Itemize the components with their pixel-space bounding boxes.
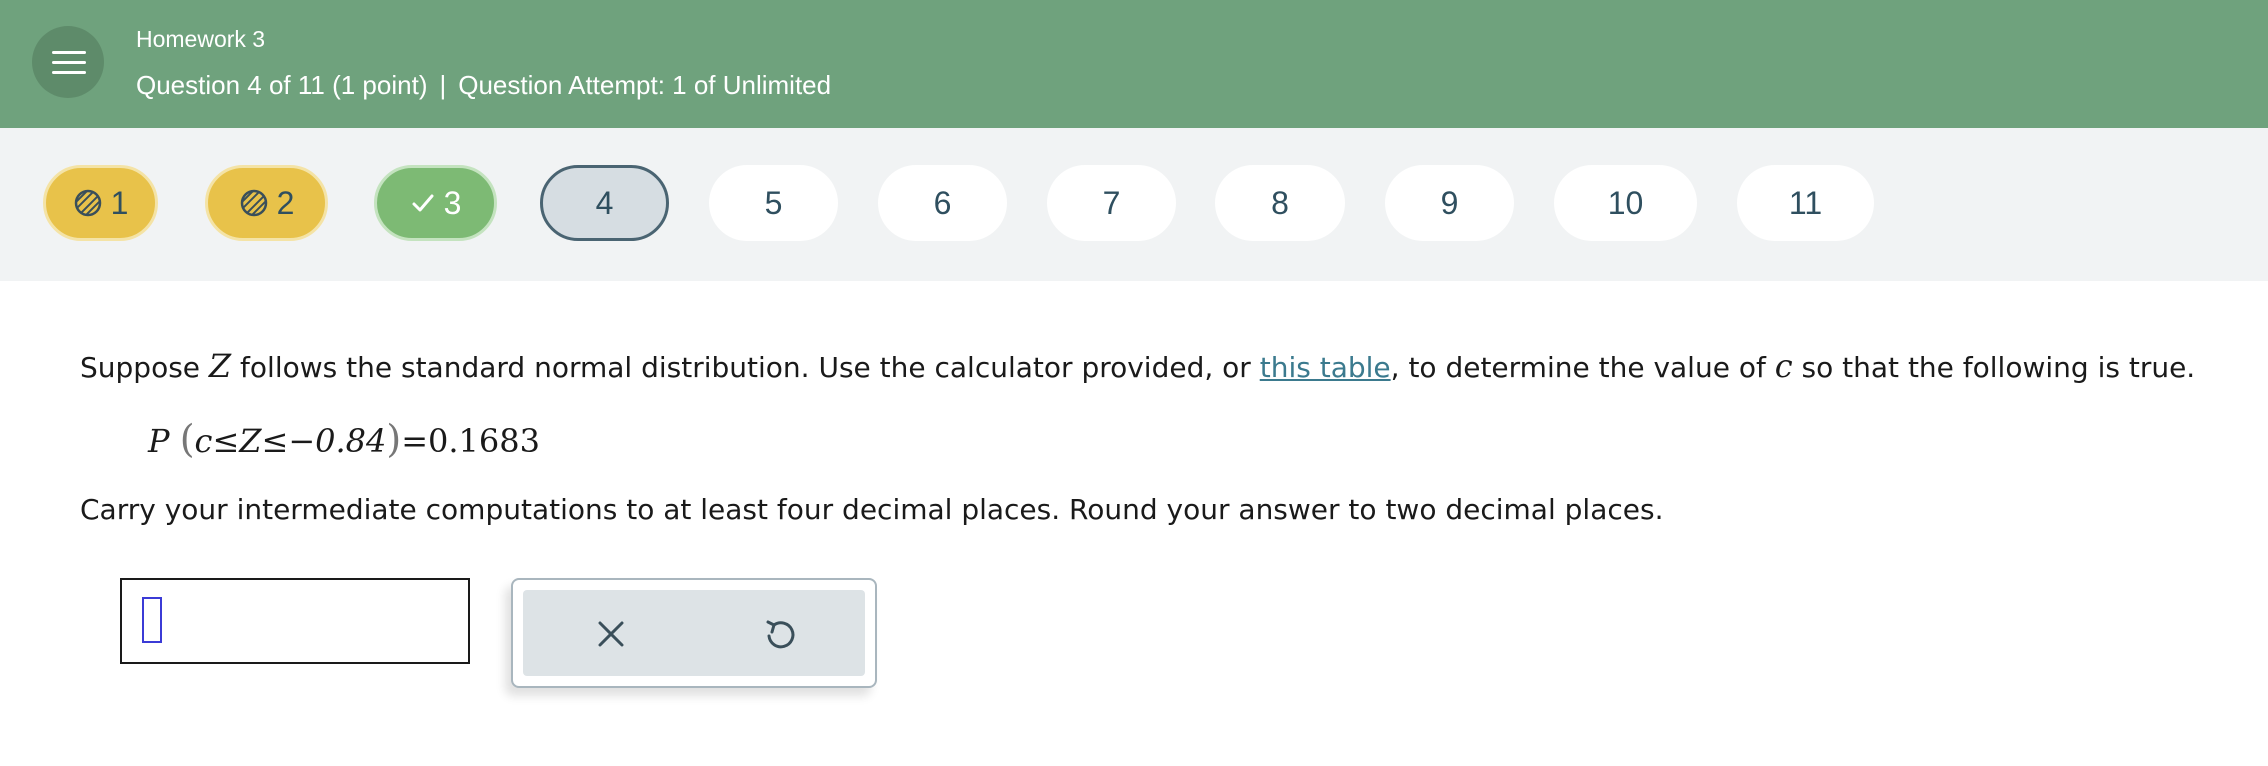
question-10-label: 10 xyxy=(1607,184,1644,221)
striped-circle-icon xyxy=(73,188,103,218)
undo-icon xyxy=(760,620,800,658)
question-1-button[interactable]: 1 xyxy=(43,165,158,241)
probability-equation: P (c≤Z≤−0.84)=0.1683 xyxy=(148,417,540,461)
question-2-label: 2 xyxy=(276,184,295,221)
question-8-button[interactable]: 8 xyxy=(1215,165,1345,241)
table-link[interactable]: this table xyxy=(1260,351,1391,384)
question-4-button[interactable]: 4 xyxy=(540,165,669,241)
question-4-label: 4 xyxy=(595,184,614,221)
question-info: Question 4 of 11 (1 point) xyxy=(136,70,428,100)
answer-tools-bar xyxy=(523,590,865,676)
answer-input[interactable] xyxy=(120,578,470,664)
attempt-info: Question Attempt: 1 of Unlimited xyxy=(458,70,832,100)
undo-button[interactable] xyxy=(760,614,800,654)
menu-button[interactable] xyxy=(32,26,104,98)
question-7-button[interactable]: 7 xyxy=(1047,165,1176,241)
question-status-line: Question 4 of 11 (1 point) | Question Atte… xyxy=(136,70,831,101)
separator: | xyxy=(439,70,447,100)
question-11-button[interactable]: 11 xyxy=(1737,165,1874,241)
question-3-label: 3 xyxy=(443,184,462,221)
question-5-label: 5 xyxy=(764,184,783,221)
question-6-label: 6 xyxy=(933,184,952,221)
question-3-button[interactable]: 3 xyxy=(374,165,497,241)
question-10-button[interactable]: 10 xyxy=(1554,165,1697,241)
assignment-title: Homework 3 xyxy=(136,26,266,52)
question-2-button[interactable]: 2 xyxy=(205,165,328,241)
question-navigation: 1 2 3 4 5 6 7 8 9 10 11 xyxy=(0,128,2268,281)
checkmark-icon xyxy=(410,190,436,216)
question-5-button[interactable]: 5 xyxy=(709,165,838,241)
problem-statement: Suppose Z follows the standard normal di… xyxy=(80,347,2196,385)
input-cursor xyxy=(142,597,162,643)
question-6-button[interactable]: 6 xyxy=(878,165,1007,241)
header-bar: Homework 3 Question 4 of 11 (1 point) | Qu… xyxy=(0,0,2268,128)
question-1-label: 1 xyxy=(110,184,129,221)
striped-circle-icon xyxy=(239,188,269,218)
variable-c: c xyxy=(1774,347,1793,385)
question-9-label: 9 xyxy=(1440,184,1459,221)
question-8-label: 8 xyxy=(1271,184,1289,221)
question-11-label: 11 xyxy=(1788,184,1823,221)
variable-z: Z xyxy=(208,347,232,385)
question-9-button[interactable]: 9 xyxy=(1385,165,1514,241)
question-7-label: 7 xyxy=(1102,184,1121,221)
close-x-icon xyxy=(591,621,631,658)
clear-button[interactable] xyxy=(591,614,631,654)
answer-tools-panel xyxy=(511,578,877,688)
rounding-instructions: Carry your intermediate computations to … xyxy=(80,493,1664,526)
